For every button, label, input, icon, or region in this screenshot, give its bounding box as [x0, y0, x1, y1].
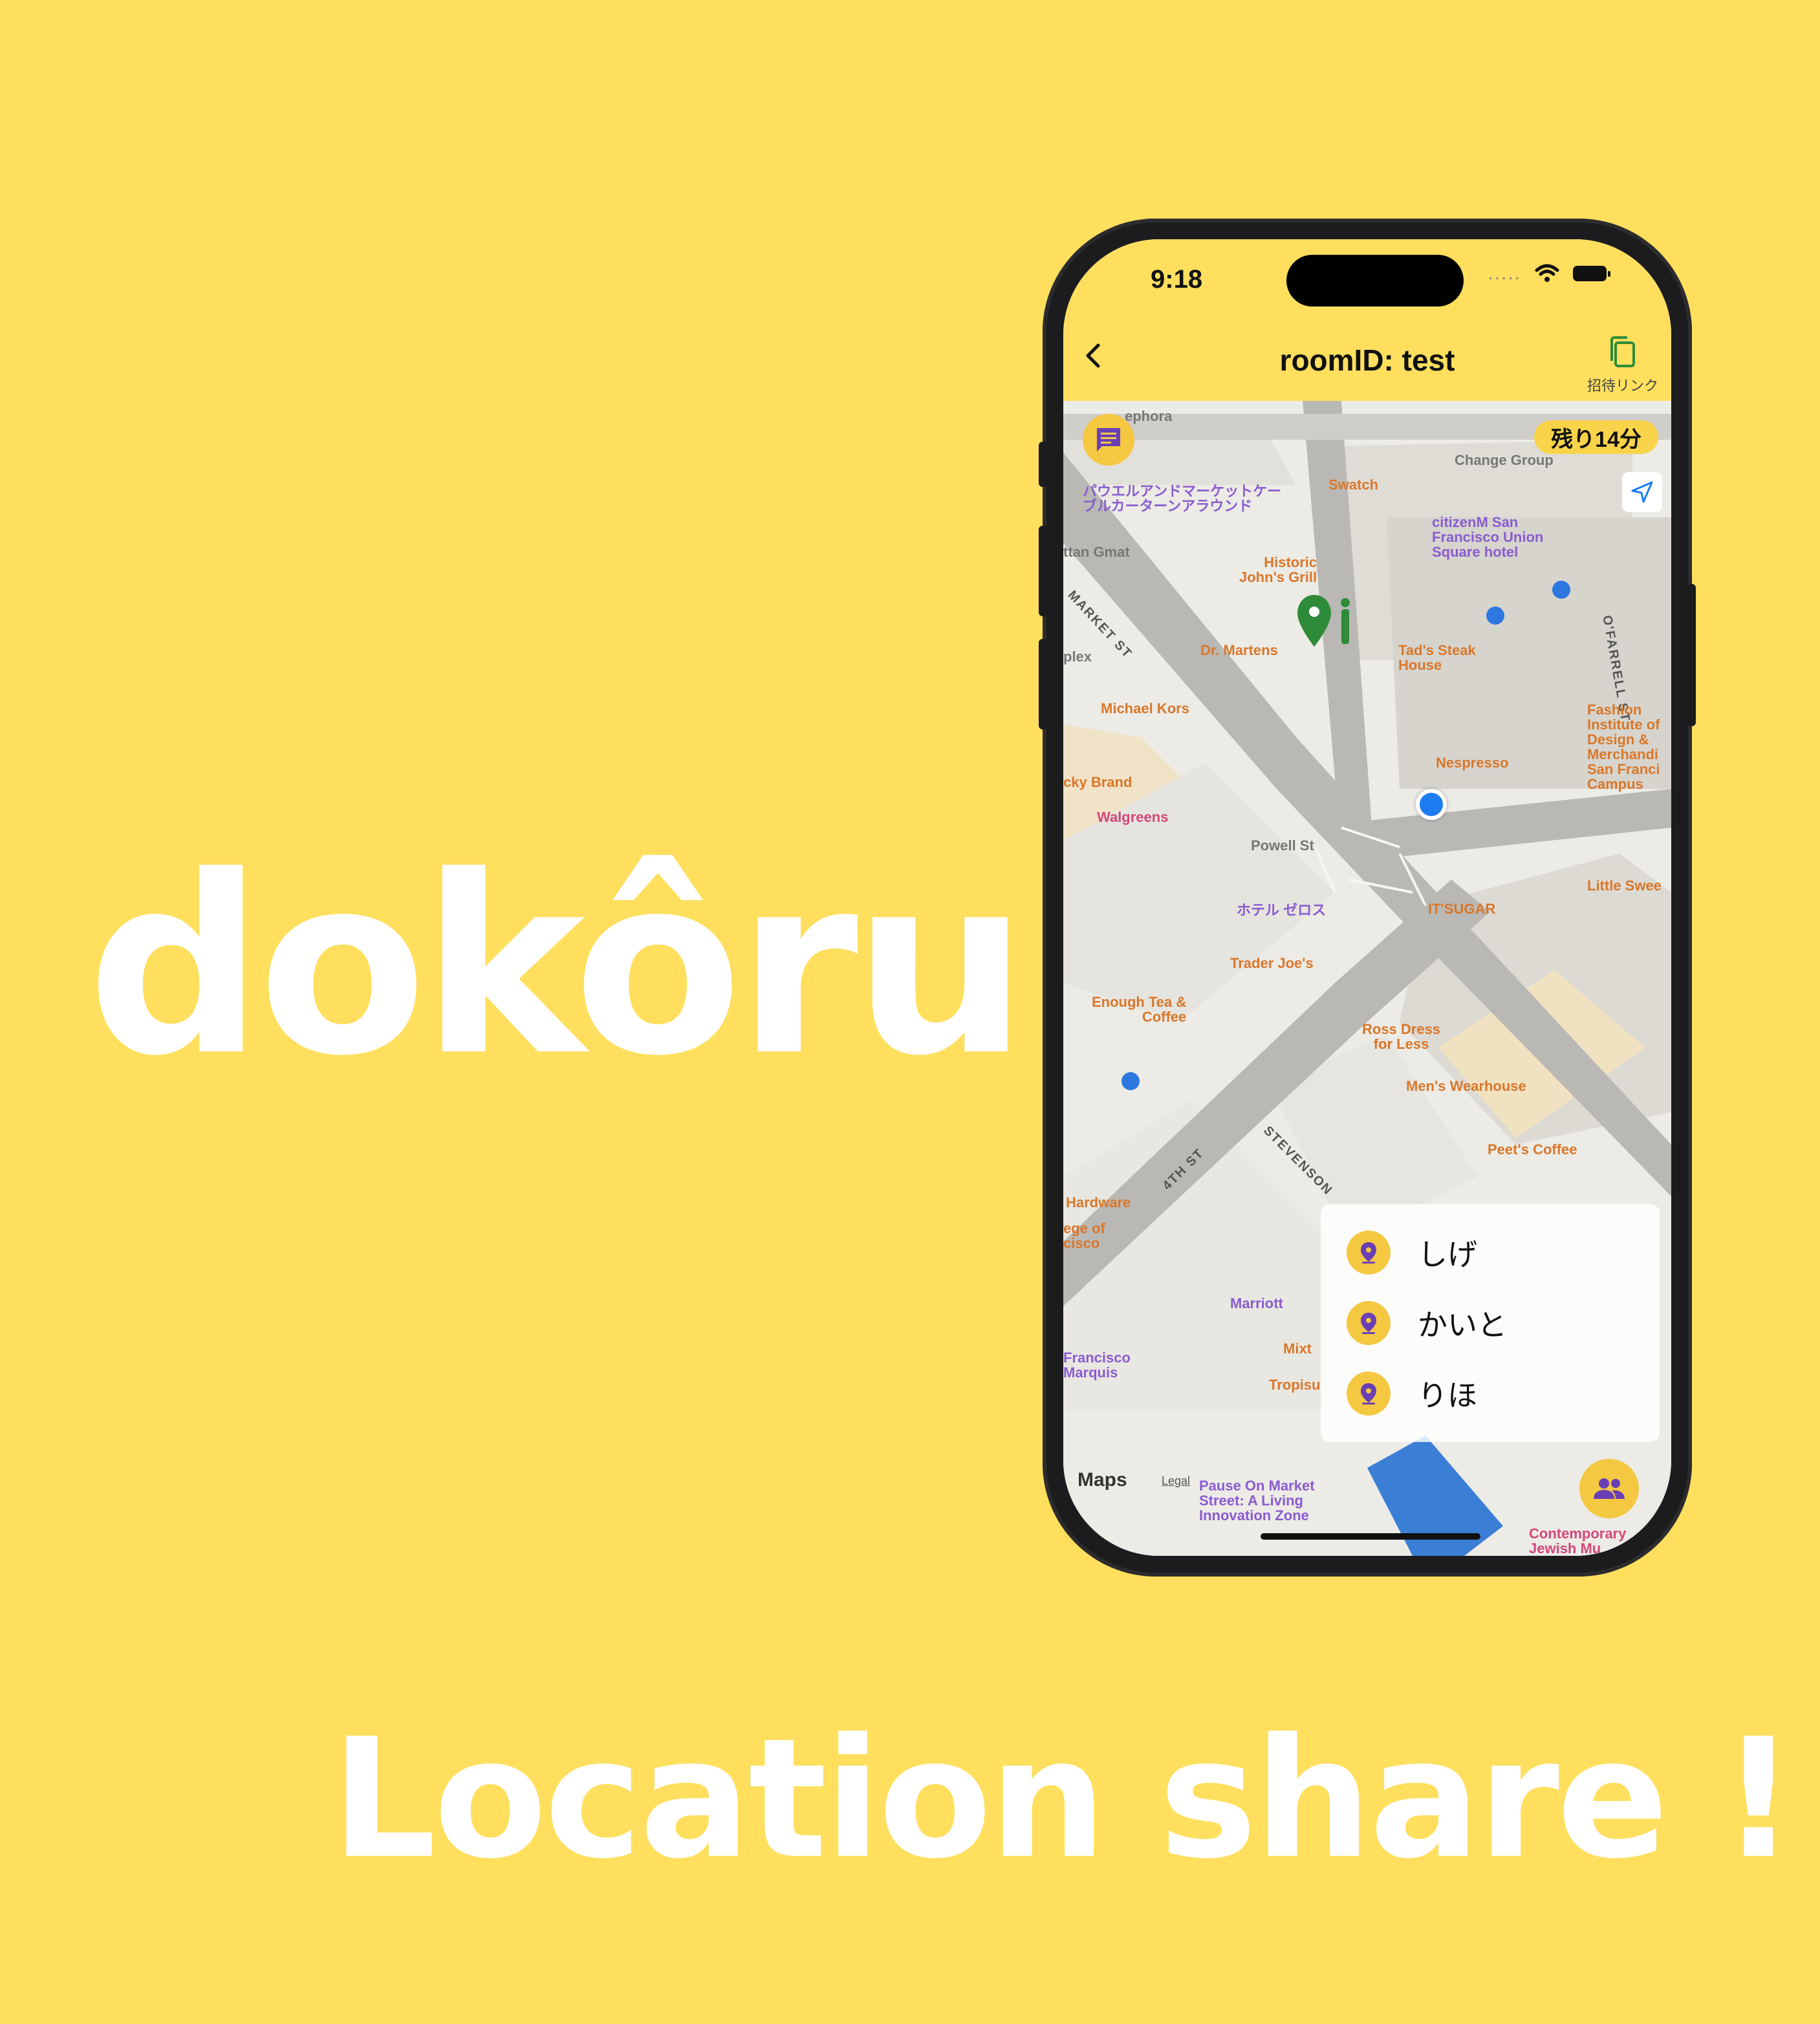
- map-label: Nespresso: [1436, 755, 1509, 771]
- apple-maps-logo: Maps: [1078, 1469, 1127, 1491]
- member-pin-icon: [1347, 1231, 1391, 1275]
- map-label: citizenM San Francisco Union Square hote…: [1432, 514, 1544, 561]
- locate-me-button[interactable]: [1622, 472, 1662, 512]
- map-label: Ross Dress for Less: [1362, 1021, 1441, 1053]
- members-button[interactable]: [1579, 1459, 1639, 1518]
- member-name: りほ: [1418, 1378, 1477, 1413]
- volume-up-button: [1039, 526, 1048, 616]
- map-label: Enough Tea & Coffee: [1092, 994, 1187, 1026]
- dynamic-island: [1286, 255, 1464, 307]
- map-label: Pause On Market Street: A Living Innovat…: [1199, 1478, 1315, 1524]
- legal-link[interactable]: Legal: [1162, 1474, 1190, 1488]
- phone-frame: 9:18 ..... roomID: test 招待リンク ephora Swa…: [1039, 219, 1696, 1577]
- map-label: Men's Wearhouse: [1406, 1078, 1526, 1094]
- member-item[interactable]: しげ: [1347, 1230, 1477, 1275]
- map-label: Dr. Martens: [1200, 642, 1278, 658]
- mute-switch: [1039, 442, 1048, 487]
- battery-icon: [1573, 266, 1610, 281]
- tagline: Location share !: [331, 1703, 1796, 1895]
- map-label: IT'SUGAR: [1428, 901, 1496, 917]
- map-label: Contemporary Jewish Mu: [1529, 1525, 1627, 1556]
- member-item[interactable]: かいと: [1347, 1300, 1507, 1346]
- map-label: Fashion Institute of Design & Merchandi …: [1587, 702, 1660, 793]
- map-label: Tropisu: [1269, 1377, 1321, 1393]
- brand-title: dokôru: [87, 823, 1028, 1110]
- map-label: Hardware: [1066, 1194, 1131, 1211]
- map-label: Swatch: [1328, 477, 1379, 493]
- map-label: Mixt: [1283, 1340, 1312, 1357]
- map-label: ttan Gmat: [1063, 544, 1130, 560]
- home-indicator: [1261, 1533, 1480, 1540]
- chat-icon: [1097, 428, 1120, 451]
- member-pin-icon: [1347, 1301, 1391, 1345]
- map-label: Little Swee: [1587, 877, 1662, 894]
- map-label: Walgreens: [1097, 809, 1169, 825]
- map-label: Peet's Coffee: [1488, 1141, 1577, 1157]
- member-name: かいと: [1418, 1308, 1507, 1342]
- map-label: ephora: [1125, 408, 1173, 424]
- invite-link-label: 招待リンク: [1587, 378, 1658, 394]
- remaining-time-badge: 残り14分: [1534, 420, 1658, 454]
- map-label: Tad's Steak House: [1398, 642, 1476, 674]
- member-pin-icon: [1347, 1372, 1391, 1416]
- map-label: Marriott: [1230, 1295, 1283, 1311]
- volume-down-button: [1039, 639, 1048, 729]
- map-view[interactable]: ephora Swatch Change Group パウエルアンドマーケットケ…: [1063, 401, 1671, 1556]
- map-label: Francisco Marquis: [1063, 1350, 1131, 1381]
- group-icon: [1594, 1478, 1625, 1499]
- map-label: Michael Kors: [1101, 700, 1189, 716]
- wifi-icon: [1535, 264, 1559, 282]
- map-label: cky Brand: [1063, 774, 1132, 790]
- map-label: plex: [1063, 649, 1092, 665]
- status-icons: .....: [1488, 263, 1610, 285]
- map-label: Change Group: [1455, 452, 1554, 468]
- map-label: ホテル ゼロス: [1237, 902, 1327, 918]
- signal-icon: .....: [1488, 263, 1521, 284]
- map-label: Historic John's Grill: [1239, 554, 1317, 586]
- power-button: [1687, 584, 1696, 726]
- location-arrow-icon: [1631, 481, 1653, 503]
- chat-button[interactable]: [1083, 414, 1134, 466]
- status-time: 9:18: [1151, 265, 1203, 294]
- member-name: しげ: [1418, 1237, 1477, 1272]
- map-label: ege of cisco: [1063, 1220, 1105, 1252]
- map-label: パウエルアンドマーケットケー ブルカーターンアラウンド: [1083, 483, 1282, 515]
- invite-link-button[interactable]: 招待リンク: [1587, 335, 1658, 395]
- phone-screen: 9:18 ..... roomID: test 招待リンク ephora Swa…: [1063, 239, 1671, 1556]
- current-location-dot: [1416, 789, 1447, 820]
- member-list: しげ かいと りほ: [1321, 1204, 1660, 1442]
- map-label: Trader Joe's: [1230, 955, 1314, 971]
- copy-icon: [1610, 336, 1635, 367]
- member-item[interactable]: りほ: [1347, 1371, 1477, 1416]
- room-title: roomID: test: [1279, 343, 1455, 377]
- map-label: Powell St: [1251, 837, 1314, 854]
